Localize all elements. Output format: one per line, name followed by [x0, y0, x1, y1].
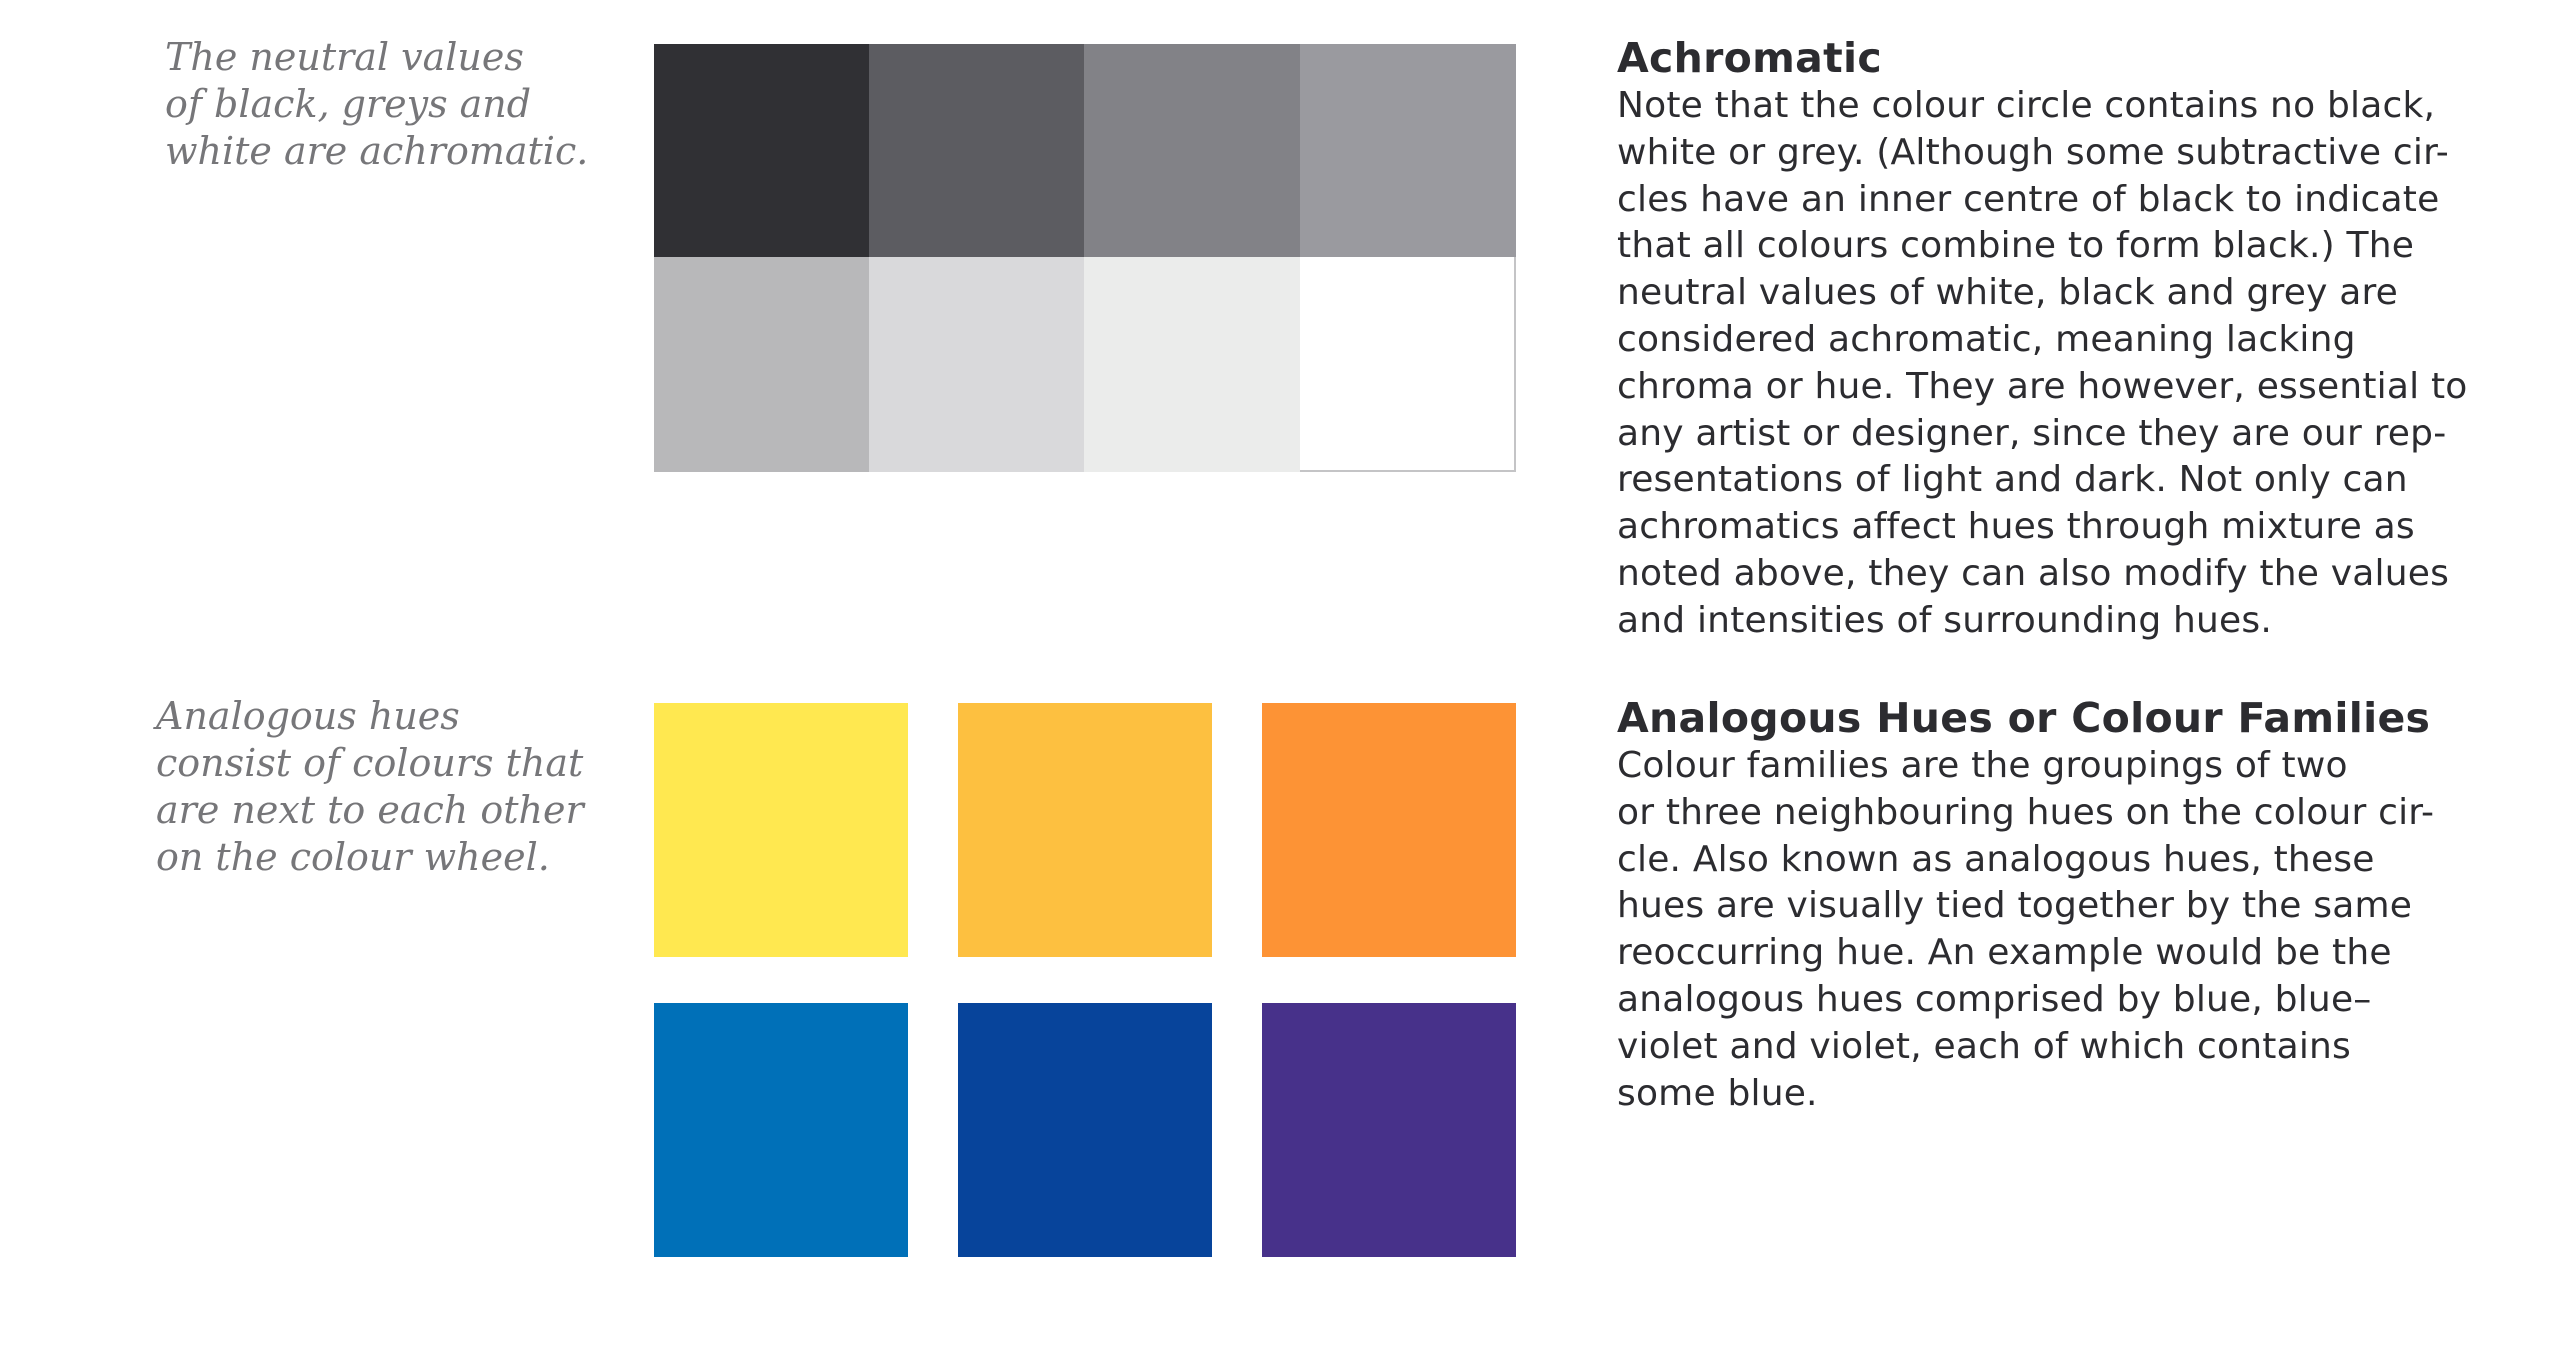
caption-line: are next to each other	[156, 788, 584, 832]
swatch-grey	[1300, 44, 1516, 257]
body-line: analogous hues comprised by blue, blue–	[1617, 978, 2372, 1020]
body-line: achromatics affect hues through mixture …	[1617, 506, 2415, 548]
body-line: cles have an inner centre of black to in…	[1617, 178, 2440, 220]
swatch-mid-grey	[1084, 44, 1300, 257]
swatch-light-grey	[654, 257, 869, 472]
body-line: any artist or designer, since they are o…	[1617, 412, 2447, 454]
analogous-section: Analogous Hues or Colour Families Colour…	[1617, 693, 2434, 1117]
body-line: cle. Also known as analogous hues, these	[1617, 838, 2375, 880]
caption-line: Analogous hues	[156, 694, 460, 738]
swatch-orange	[1262, 703, 1516, 957]
swatch-yellow-orange	[958, 703, 1212, 957]
body-line: and intensities of surrounding hues.	[1617, 599, 2272, 641]
swatch-dark-grey	[869, 44, 1084, 257]
section-title: Achromatic	[1617, 34, 1882, 82]
caption-line: of black, greys and	[165, 82, 532, 126]
body-line: neutral values of white, black and grey …	[1617, 272, 2399, 314]
body-line: or three neighbouring hues on the colour…	[1617, 791, 2435, 833]
body-line: Colour families are the groupings of two	[1617, 745, 2348, 786]
swatch-yellow	[654, 703, 908, 957]
body-line: that all colours combine to form black.)…	[1617, 225, 2415, 267]
caption-line: on the colour wheel.	[156, 835, 550, 879]
caption-line: consist of colours that	[156, 741, 584, 785]
swatch-blue	[654, 1003, 908, 1257]
body-line: considered achromatic, meaning lacking	[1617, 318, 2356, 360]
body-line: Note that the colour circle contains no …	[1617, 85, 2436, 126]
body-line: hues are visually tied together by the s…	[1617, 885, 2413, 927]
body-line: some blue.	[1617, 1072, 1818, 1114]
achromatic-section: Achromatic Note that the colour circle c…	[1617, 33, 2467, 645]
swatch-blue-violet	[958, 1003, 1212, 1257]
swatch-white	[1300, 257, 1516, 472]
section-body: Note that the colour circle contains no …	[1617, 83, 2467, 645]
body-line: violet and violet, each of which contain…	[1617, 1025, 2352, 1067]
caption-line: The neutral values	[165, 35, 524, 79]
swatch-black	[654, 44, 869, 257]
swatch-pale-grey	[869, 257, 1084, 472]
achromatic-caption: The neutral values of black, greys and w…	[165, 34, 588, 175]
body-line: reoccurring hue. An example would be the	[1617, 932, 2392, 974]
swatch-off-white	[1084, 257, 1300, 472]
section-title: Analogous Hues or Colour Families	[1617, 694, 2431, 742]
body-line: chroma or hue. They are however, essenti…	[1617, 365, 2468, 407]
caption-line: white are achromatic.	[165, 129, 589, 173]
swatch-violet	[1262, 1003, 1516, 1257]
achromatic-swatch-grid	[654, 44, 1516, 472]
body-line: resentations of light and dark. Not only…	[1617, 459, 2408, 501]
analogous-caption: Analogous hues consist of colours that a…	[156, 693, 584, 881]
body-line: noted above, they can also modify the va…	[1617, 552, 2450, 594]
section-body: Colour families are the groupings of two…	[1617, 743, 2434, 1117]
body-line: white or grey. (Although some subtractiv…	[1617, 131, 2449, 173]
